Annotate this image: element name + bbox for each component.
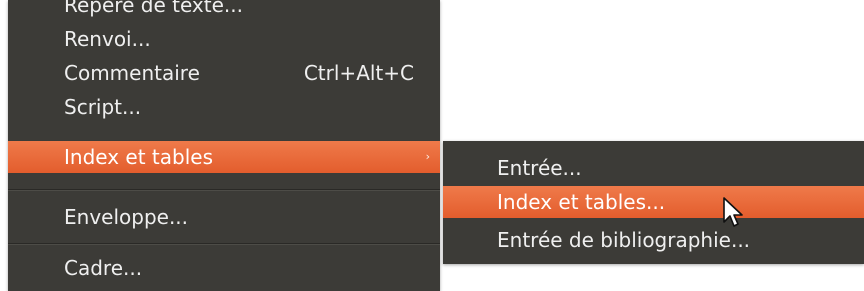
menu-item-script[interactable]: Script...: [8, 90, 440, 124]
menu-item-shortcut: Ctrl+Alt+C: [303, 61, 414, 85]
submenu-item-entree[interactable]: Entrée...: [443, 151, 864, 185]
menu-item-repere-de-texte[interactable]: Repère de texte...: [8, 0, 440, 22]
menu-separator: [8, 189, 440, 191]
menu-item-commentaire[interactable]: Commentaire Ctrl+Alt+C: [8, 56, 440, 90]
menu-item-label: Renvoi...: [64, 27, 151, 51]
menu-item-label: Entrée de bibliographie...: [497, 228, 751, 252]
menu-item-label: Script...: [64, 95, 142, 119]
menu-item-index-et-tables[interactable]: Index et tables ›: [8, 141, 440, 173]
insert-menu: Repère de texte... Renvoi... Commentaire…: [8, 0, 440, 291]
mouse-pointer-icon: [723, 197, 743, 227]
menu-item-cadre[interactable]: Cadre...: [8, 251, 440, 285]
menu-item-label: Index et tables: [64, 145, 213, 169]
menu-item-label: Enveloppe...: [64, 205, 189, 229]
menu-item-enveloppe[interactable]: Enveloppe...: [8, 200, 440, 234]
menu-item-label: Repère de texte...: [64, 0, 243, 17]
menu-item-label: Entrée...: [497, 156, 582, 180]
menu-item-renvoi[interactable]: Renvoi...: [8, 22, 440, 56]
menu-item-label: Cadre...: [64, 256, 143, 280]
submenu-item-entree-de-bibliographie[interactable]: Entrée de bibliographie...: [443, 223, 864, 257]
index-et-tables-submenu: Entrée... Index et tables... Entrée de b…: [443, 141, 864, 264]
menu-item-label: Index et tables...: [497, 190, 666, 214]
menu-separator: [8, 243, 440, 245]
menu-item-label: Commentaire: [64, 61, 200, 85]
submenu-arrow-icon: ›: [425, 150, 430, 163]
submenu-item-index-et-tables[interactable]: Index et tables...: [443, 186, 864, 218]
